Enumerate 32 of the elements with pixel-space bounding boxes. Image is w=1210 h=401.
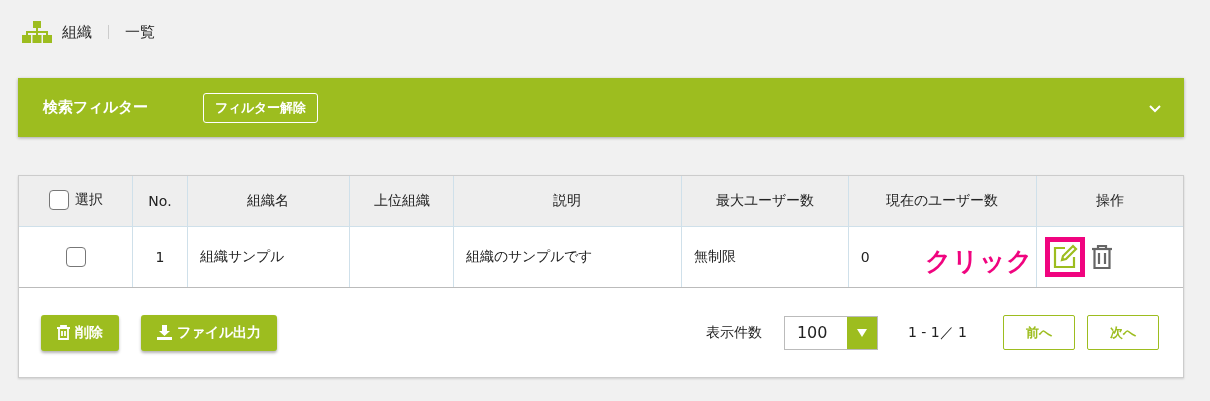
select-all-checkbox[interactable] [48,189,69,210]
column-header: 現在のユーザー数 [886,192,999,208]
table-cell: 無制限 [693,248,736,264]
export-button[interactable]: ファイル出力 [141,314,277,351]
column-header: 選択 [74,190,103,209]
trash-icon [57,325,70,340]
column-header: 上位組織 [373,192,430,208]
download-icon [157,325,172,340]
row-checkbox[interactable] [65,247,86,267]
next-button[interactable]: 次へ [1087,315,1159,350]
page-title: 一覧 [125,22,155,42]
column-header: 最大ユーザー数 [715,192,814,208]
page-size-label: 表示件数 [705,323,762,342]
table-cell: 0 [860,249,870,265]
delete-button[interactable]: 削除 [41,314,119,351]
column-header: 説明 [553,192,582,208]
table-cell: 組織サンプル [199,248,284,264]
dropdown-arrow-icon [856,328,867,337]
prev-button[interactable]: 前へ [1003,315,1075,350]
column-header: 組織名 [247,192,290,208]
annotation-text: クリック [924,245,1033,278]
section-title: 組織 [62,22,92,42]
trash-icon[interactable] [1090,244,1113,270]
page-range: 1 - 1／ 1 [907,323,967,342]
column-header: 操作 [1095,192,1124,208]
column-header: No. [148,193,172,209]
table-cell: 1 [155,249,165,265]
clear-filter-button[interactable]: フィルター解除 [203,92,318,123]
page-size-dropdown[interactable]: 100 [783,315,878,350]
organization-icon [22,21,52,43]
table-cell: 組織のサンプルです [466,248,592,264]
filter-title: 検索フィルター [43,98,149,117]
